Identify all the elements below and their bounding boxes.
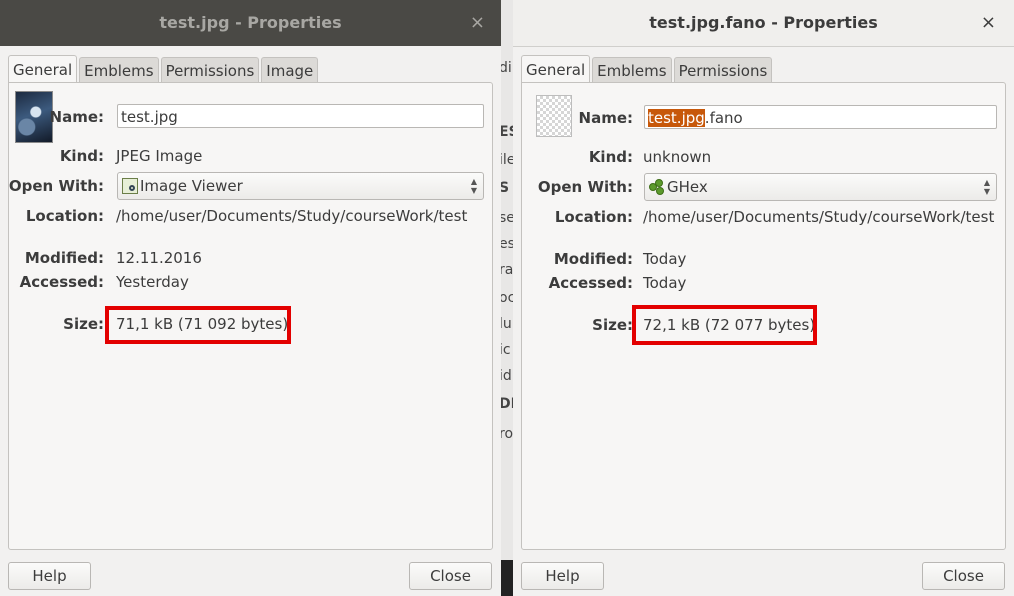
kind-value: unknown bbox=[643, 148, 712, 166]
tab-bar: General Emblems Permissions bbox=[521, 55, 774, 84]
size-label: Size: bbox=[63, 315, 104, 333]
open-with-value: Image Viewer bbox=[140, 177, 243, 195]
name-field-text: test.jpg bbox=[121, 108, 178, 126]
close-icon[interactable]: × bbox=[981, 0, 996, 46]
help-button[interactable]: Help bbox=[8, 562, 91, 590]
window-titlebar[interactable]: test.jpg.fano - Properties × bbox=[513, 0, 1014, 47]
background-text-fragment: ES bbox=[501, 124, 513, 140]
close-button[interactable]: Close bbox=[922, 562, 1005, 590]
window-titlebar[interactable]: test.jpg - Properties × bbox=[0, 0, 501, 46]
size-label: Size: bbox=[592, 316, 633, 334]
accessed-value: Yesterday bbox=[116, 273, 189, 291]
open-with-label: Open With: bbox=[8, 177, 104, 195]
background-text-fragment: ile bbox=[501, 152, 513, 168]
background-text-fragment: id bbox=[501, 368, 512, 384]
tab-permissions[interactable]: Permissions bbox=[673, 57, 773, 84]
background-text-fragment: es bbox=[501, 236, 513, 252]
tab-general[interactable]: General bbox=[8, 55, 78, 84]
close-button[interactable]: Close bbox=[409, 562, 492, 590]
modified-value: 12.11.2016 bbox=[116, 249, 202, 267]
help-button[interactable]: Help bbox=[521, 562, 604, 590]
background-text-fragment: oc bbox=[501, 290, 513, 306]
kind-value: JPEG Image bbox=[116, 147, 203, 165]
open-with-value: GHex bbox=[667, 178, 708, 196]
image-viewer-icon bbox=[122, 178, 138, 194]
modified-label: Modified: bbox=[553, 250, 633, 268]
general-panel: Name: test.jpg.fano Kind: unknown Open W… bbox=[521, 82, 1006, 550]
combo-arrows-icon: ▲ ▼ bbox=[983, 178, 990, 196]
name-label: Name: bbox=[578, 109, 633, 127]
location-label: Location: bbox=[554, 208, 633, 226]
tab-general[interactable]: General bbox=[521, 55, 591, 84]
tab-permissions[interactable]: Permissions bbox=[160, 57, 260, 84]
accessed-label: Accessed: bbox=[19, 273, 104, 291]
name-field[interactable]: test.jpg.fano bbox=[644, 105, 997, 129]
highlight-box bbox=[632, 305, 817, 345]
kind-label: Kind: bbox=[588, 148, 633, 166]
location-value: /home/user/Documents/Study/courseWork/te… bbox=[643, 208, 995, 226]
name-field[interactable]: test.jpg bbox=[117, 104, 484, 128]
background-window-strip: di ES ile S se es ras oc lu ic id DI ro bbox=[501, 0, 513, 596]
window-title: test.jpg - Properties bbox=[159, 13, 342, 32]
tab-emblems[interactable]: Emblems bbox=[592, 57, 672, 84]
kind-label: Kind: bbox=[59, 147, 104, 165]
open-with-combo[interactable]: Image Viewer ▲ ▼ bbox=[117, 172, 484, 200]
window-title: test.jpg.fano - Properties bbox=[649, 13, 878, 32]
background-text-fragment: S bbox=[501, 180, 510, 196]
ghex-icon bbox=[649, 179, 665, 195]
location-label: Location: bbox=[25, 207, 104, 225]
name-selected-text: test.jpg bbox=[648, 109, 705, 127]
accessed-value: Today bbox=[643, 274, 687, 292]
background-text-fragment: ras bbox=[501, 262, 513, 278]
background-dark-area bbox=[501, 560, 513, 596]
background-text-fragment: se bbox=[501, 210, 513, 226]
close-icon[interactable]: × bbox=[470, 0, 485, 46]
properties-window-left: test.jpg - Properties × General Emblems … bbox=[0, 0, 501, 596]
location-value: /home/user/Documents/Study/courseWork/te… bbox=[116, 207, 468, 225]
tab-bar: General Emblems Permissions Image bbox=[8, 55, 320, 84]
background-text-fragment: di bbox=[501, 60, 512, 76]
name-label: Name: bbox=[49, 108, 104, 126]
open-with-combo[interactable]: GHex ▲ ▼ bbox=[644, 173, 997, 201]
background-text-fragment: ic bbox=[501, 342, 511, 358]
combo-arrows-icon: ▲ ▼ bbox=[470, 177, 477, 195]
open-with-label: Open With: bbox=[537, 178, 633, 196]
background-text-fragment: ro bbox=[501, 426, 513, 442]
generic-file-icon bbox=[536, 95, 572, 137]
highlight-box bbox=[105, 306, 291, 344]
tab-emblems[interactable]: Emblems bbox=[79, 57, 159, 84]
image-thumbnail bbox=[15, 91, 53, 143]
modified-value: Today bbox=[643, 250, 687, 268]
background-text-fragment: lu bbox=[501, 316, 512, 332]
properties-window-right: test.jpg.fano - Properties × General Emb… bbox=[513, 0, 1014, 596]
background-text-fragment: DI bbox=[501, 396, 513, 412]
name-rest-text: .fano bbox=[704, 109, 743, 127]
general-panel: Name: test.jpg Kind: JPEG Image Open Wit… bbox=[8, 82, 493, 550]
accessed-label: Accessed: bbox=[548, 274, 633, 292]
tab-image[interactable]: Image bbox=[261, 57, 319, 84]
modified-label: Modified: bbox=[24, 249, 104, 267]
